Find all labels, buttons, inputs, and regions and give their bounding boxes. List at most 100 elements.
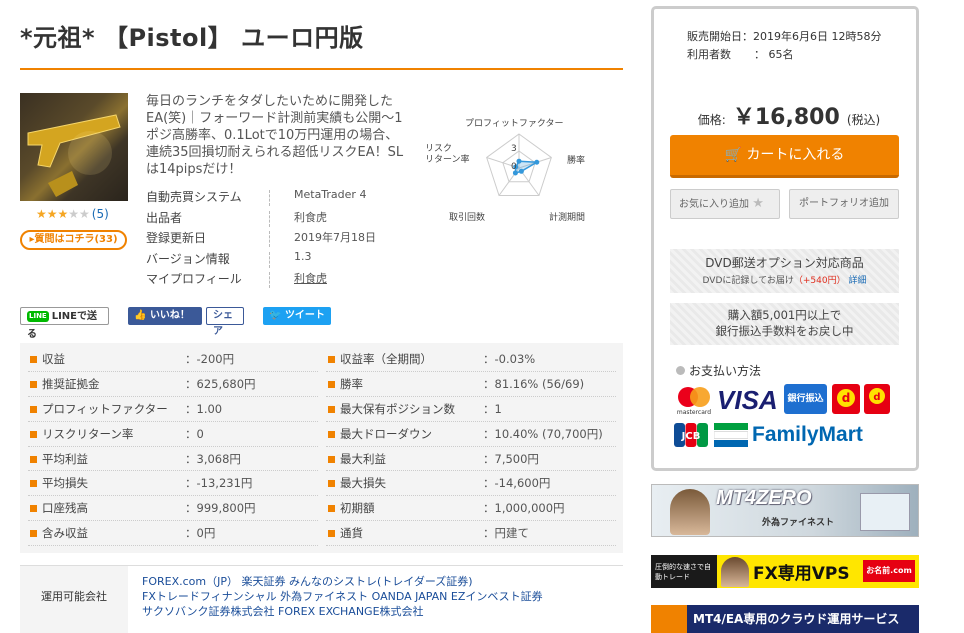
stat-value: ：3,068円 xyxy=(185,451,241,466)
stat-value: ：81.16% (56/69) xyxy=(483,376,585,391)
profile-link[interactable]: 利食虎 xyxy=(294,270,327,286)
stat-value: ：1,000,000円 xyxy=(483,501,565,516)
add-to-cart-label: カートに入れる xyxy=(746,147,845,163)
stat-value: ：円建て xyxy=(483,526,529,541)
mt4zero-title: MT4ZERO xyxy=(716,487,812,509)
product-info: 自動売買システム MetaTrader 4 出品者 利食虎 登録更新日 2019年7月… xyxy=(146,188,406,291)
facebook-like-button[interactable]: 👍 いいね！ 0 xyxy=(128,307,202,339)
stat-label: 最大利益 xyxy=(340,451,386,466)
brokers-line[interactable]: FXトレードフィナンシャル 外為ファイネスト OANDA JAPAN EZインベ… xyxy=(142,589,612,604)
stat-value: ：625,680円 xyxy=(185,376,256,391)
stat-label: 推奨証拠金 xyxy=(42,376,100,391)
radar-label-risk-return: リスク リターン率 xyxy=(425,144,470,165)
sale-start-label: 販売開始日： xyxy=(687,30,753,43)
info-label: 自動売買システム xyxy=(146,190,242,204)
radar-point-win-rate xyxy=(534,159,540,165)
person-icon xyxy=(670,489,710,535)
dvd-option-banner[interactable]: DVD郵送オプション対応商品 DVDに記録してお届け（+540円） 詳細 xyxy=(670,249,899,293)
brokers-section: 運用可能会社 FOREX.com（JP） 楽天証券 みんなのシストレ(トレイダー… xyxy=(20,565,623,633)
line-icon: LINE xyxy=(27,311,49,322)
stat-label: 最大ドローダウン xyxy=(340,426,432,441)
tweet-button[interactable]: 🐦 ツイート xyxy=(263,307,331,325)
add-favorite-button[interactable]: お気に入り追加 ★ xyxy=(670,189,780,219)
radar-point-profit-factor xyxy=(516,158,522,164)
info-row: バージョン情報 1.3 xyxy=(146,250,406,271)
stat-value: ：1 xyxy=(483,401,502,416)
twitter-bird-icon: 🐦 xyxy=(269,310,282,321)
stat-row: 推奨証拠金 ：625,680円 xyxy=(28,372,318,397)
rating-stars[interactable]: ★★★★★ (5) xyxy=(36,207,109,221)
line-share-button[interactable]: LINE LINEで送る xyxy=(20,307,109,340)
stats-right-column: 収益率（全期間） ：-0.03% 勝率 ：81.16% (56/69) 最大保有ポジ… xyxy=(326,347,616,547)
info-value: MetaTrader 4 xyxy=(294,188,367,201)
svg-text:mastercard: mastercard xyxy=(677,409,711,416)
person-icon xyxy=(721,557,749,587)
bullet-icon xyxy=(676,366,685,375)
stat-label: 最大保有ポジション数 xyxy=(340,401,455,416)
review-count[interactable]: (5) xyxy=(92,207,109,221)
info-value: 1.3 xyxy=(294,249,312,263)
cart-icon: 🛒 xyxy=(724,147,742,163)
purchase-box: 販売開始日：2019年6月6日 12時58分 利用者数 ： 65名 価格: ￥16… xyxy=(651,6,919,471)
facebook-share-button[interactable]: シェア xyxy=(206,307,244,337)
stat-row: 含み収益 ：0円 xyxy=(28,521,318,547)
users-label: 利用者数 xyxy=(687,48,731,61)
product-thumbnail[interactable] xyxy=(20,93,128,201)
brokers-line[interactable]: サクソバンク証券株式会社 FOREX EXCHANGE株式会社 xyxy=(142,604,612,619)
stat-value: ：10.40% (70,700円) xyxy=(483,426,603,441)
mastercard-logo: mastercard xyxy=(674,384,714,416)
info-row: 登録更新日 2019年7月18日 xyxy=(146,229,406,250)
stat-label: 平均損失 xyxy=(42,476,88,491)
fx-vps-banner[interactable]: 圧倒的な速さで自動トレード FX専用VPS お名前.com xyxy=(651,555,919,588)
radar-scale-label: 3 xyxy=(511,144,517,154)
mt4zero-banner[interactable]: MT4ZERO 外為ファイネスト xyxy=(651,484,919,537)
sale-meta: 販売開始日：2019年6月6日 12時58分 利用者数 ： 65名 xyxy=(687,28,881,64)
stat-label: 収益 xyxy=(42,352,65,366)
info-value: 2019年7月18日 xyxy=(294,231,376,244)
thumbs-up-icon: 👍 xyxy=(134,310,147,321)
vps-title: FX専用VPS xyxy=(753,564,850,584)
stat-row: 勝率 ：81.16% (56/69) xyxy=(326,372,616,397)
stats-table: 収益 ：-200円 推奨証拠金 ：625,680円 プロフィットファクター ：1.00… xyxy=(20,343,623,553)
stat-label: 通貨 xyxy=(340,526,363,541)
star-off-icons: ★★ xyxy=(68,207,90,221)
stat-label: プロフィットファクター xyxy=(42,401,168,416)
info-row: 出品者 利食虎 xyxy=(146,209,406,230)
price: 価格: ￥16,800 (税込) xyxy=(694,99,884,131)
dvd-price: （+540円） xyxy=(793,276,846,286)
price-tax: (税込) xyxy=(846,113,881,127)
brokers-list: FOREX.com（JP） 楽天証券 みんなのシストレ(トレイダーズ証券) FX… xyxy=(142,574,612,619)
stat-value: ：-200円 xyxy=(185,352,235,366)
add-favorite-label: お気に入り追加 xyxy=(679,199,749,210)
stat-row: 初期額 ：1,000,000円 xyxy=(326,496,616,522)
stat-label: 初期額 xyxy=(340,501,375,516)
bank-fee-line: 銀行振込手数料をお戻し中 xyxy=(715,324,854,338)
cloud-service-banner[interactable]: MT4/EA専用のクラウド運用サービス xyxy=(651,605,919,633)
payment-title-text: お支払い方法 xyxy=(689,364,762,378)
radar-label-period: 計測期間 xyxy=(549,213,586,223)
info-row: 自動売買システム MetaTrader 4 xyxy=(146,188,406,209)
radar-chart: プロフィットファクター 勝率 計測期間 取引回数 リスク リターン率 3 0 xyxy=(425,108,625,228)
info-label: 登録更新日 xyxy=(146,231,207,245)
stat-row: 平均利益 ：3,068円 xyxy=(28,447,318,472)
stat-row: 最大損失 ：-14,600円 xyxy=(326,471,616,497)
question-button[interactable]: ▸質問はコチラ(33) xyxy=(20,230,127,250)
stat-label: 口座残高 xyxy=(42,501,88,516)
price-value: ￥16,800 xyxy=(732,105,840,130)
stat-value: ：-14,600円 xyxy=(483,476,551,491)
info-value: 利食虎 xyxy=(294,210,327,224)
stat-label: 平均利益 xyxy=(42,451,88,466)
radar-point-period xyxy=(518,168,524,174)
add-portfolio-button[interactable]: ポートフォリオ追加 xyxy=(789,189,899,219)
add-to-cart-button[interactable]: 🛒 カートに入れる xyxy=(670,135,899,178)
page-title: *元祖* 【Pistol】 ユーロ円版 xyxy=(20,24,364,52)
brokers-line[interactable]: FOREX.com（JP） 楽天証券 みんなのシストレ(トレイダーズ証券) xyxy=(142,574,612,589)
stat-row: 口座残高 ：999,800円 xyxy=(28,496,318,522)
bank-transfer-logo: 銀行振込 xyxy=(784,384,827,414)
stat-label: 最大損失 xyxy=(340,476,386,491)
info-label: マイプロフィール xyxy=(146,272,242,286)
radar-label-profit-factor: プロフィットファクター xyxy=(465,119,564,129)
radar-scale-zero: 0 xyxy=(511,162,517,172)
bank-fee-banner[interactable]: 購入額5,001円以上で 銀行振込手数料をお戻し中 xyxy=(670,303,899,345)
dvd-detail-link[interactable]: 詳細 xyxy=(848,276,866,286)
